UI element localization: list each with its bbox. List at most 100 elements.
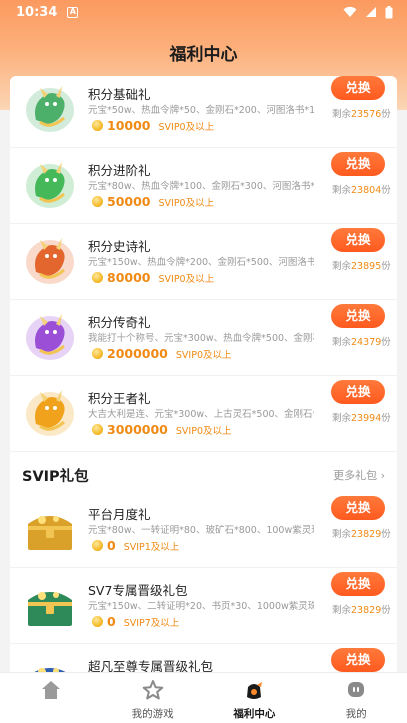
gift-level-requirement: SVIP0及以上	[158, 197, 215, 209]
gift-remaining: 剩余23895份	[332, 258, 391, 272]
gift-thumbnail-icon	[22, 576, 78, 632]
remaining-prefix: 剩余	[332, 337, 352, 348]
redeem-button[interactable]: 兑换	[331, 228, 385, 252]
gift-remaining: 剩余23994份	[332, 410, 391, 424]
gift-price-value: 0	[107, 538, 116, 553]
gift-price: 50000 SVIP0及以上	[92, 194, 214, 209]
home-icon	[41, 681, 60, 699]
gift-name: 积分王者礼	[88, 391, 151, 406]
gift-price: 3000000 SVIP0及以上	[92, 422, 232, 437]
gift-price: 2000000 SVIP0及以上	[92, 346, 232, 361]
gift-price-value: 80000	[107, 270, 151, 285]
remaining-prefix: 剩余	[332, 529, 352, 540]
gift-item[interactable]: 积分王者礼大吉大利是连、元宝*300w、上古灵石*500、金刚石*500 3000…	[10, 376, 397, 452]
remaining-suffix: 份	[381, 605, 391, 616]
redeem-button[interactable]: 兑换	[331, 496, 385, 520]
wifi-icon	[343, 6, 357, 17]
gift-price: 10000 SVIP0及以上	[92, 118, 214, 133]
coin-icon	[92, 120, 103, 131]
gift-remaining: 剩余24379份	[332, 334, 391, 348]
coin-icon	[92, 196, 103, 207]
remaining-prefix: 剩余	[332, 109, 352, 120]
gift-level-requirement: SVIP0及以上	[158, 121, 215, 133]
gift-item[interactable]: 积分基础礼元宝*50w、热血令牌*50、金刚石*200、河图洛书*10 10000…	[10, 76, 397, 148]
gift-name: 超凡至尊专属晋级礼包	[88, 659, 214, 672]
redeem-button[interactable]: 兑换	[331, 304, 385, 328]
gift-price: 80000 SVIP0及以上	[92, 270, 214, 285]
gift-item[interactable]: 积分进阶礼 元宝*80w、热血令牌*100、金刚石*300、河图洛书*15 5000…	[10, 148, 397, 224]
redeem-button[interactable]: 兑换	[331, 572, 385, 596]
gift-name: SV7专属晋级礼包	[88, 583, 188, 598]
gift-remaining: 剩余23576份	[332, 106, 391, 120]
gift-name: 平台月度礼	[88, 507, 151, 522]
gift-level-requirement: SVIP7及以上	[123, 617, 180, 629]
gift-description: 大吉大利是连、元宝*300w、上古灵石*500、金刚石*500	[88, 409, 314, 420]
gift-price-value: 2000000	[107, 346, 168, 361]
signal-icon	[366, 7, 376, 17]
remaining-count: 23895	[351, 261, 382, 272]
content-card[interactable]: SVIP礼包 更多礼包 › 积分基础礼元宝*50w、热血令牌*50、金刚石*20…	[10, 76, 397, 672]
gift-item[interactable]: 平台月度礼元宝*80w、一转证明*80、玻矿石*800、100w紫灵珠*50 0 S…	[10, 492, 397, 568]
gift-level-requirement: SVIP0及以上	[158, 273, 215, 285]
gift-thumbnail-icon	[22, 80, 78, 136]
redeem-button[interactable]: 兑换	[331, 152, 385, 176]
gift-price-value: 10000	[107, 118, 151, 133]
gift-item[interactable]: 积分史诗礼元宝*150w、热血令牌*200、金刚石*500、河图洛书*30 800…	[10, 224, 397, 300]
redeem-button[interactable]: 兑换	[331, 76, 385, 100]
gift-price-value: 3000000	[107, 422, 168, 437]
gift-item[interactable]: 积分传奇礼我能打十个称号、元宝*300w、热血令牌*500、金刚石 2000000…	[10, 300, 397, 376]
gift-remaining: 剩余23829份	[332, 602, 391, 616]
tab-welfare[interactable]: 福利中心	[204, 673, 306, 723]
gift-name: 积分传奇礼	[88, 315, 151, 330]
gift-description: 我能打十个称号、元宝*300w、热血令牌*500、金刚石	[88, 333, 314, 344]
gift-description: 元宝*150w、二转证明*20、书页*30、1000w紫灵珠*20	[88, 601, 314, 612]
tab-profile-label: 我的	[345, 708, 367, 720]
more-gifts-link[interactable]: 更多礼包 ›	[333, 467, 385, 483]
status-icons	[343, 5, 393, 19]
battery-icon	[385, 5, 393, 18]
gift-level-requirement: SVIP1及以上	[123, 541, 180, 553]
remaining-prefix: 剩余	[332, 261, 352, 272]
remaining-count: 24379	[351, 337, 382, 348]
gift-name: 积分史诗礼	[88, 239, 151, 254]
redeem-button[interactable]: 兑换	[331, 380, 385, 404]
remaining-suffix: 份	[381, 185, 391, 196]
gift-description: 元宝*50w、热血令牌*50、金刚石*200、河图洛书*10	[88, 105, 314, 116]
gift-price: 0 SVIP7及以上	[92, 614, 179, 629]
gift-level-requirement: SVIP0及以上	[175, 425, 232, 437]
remaining-suffix: 份	[381, 529, 391, 540]
gift-remaining: 剩余23829份	[332, 526, 391, 540]
gift-thumbnail-icon	[22, 232, 78, 288]
notification-icon: A	[67, 6, 79, 18]
page-title: 福利中心	[169, 45, 238, 65]
remaining-suffix: 份	[381, 337, 391, 348]
gift-thumbnail-icon	[22, 308, 78, 364]
coin-icon	[92, 424, 103, 435]
gift-description: 元宝*150w、热血令牌*200、金刚石*500、河图洛书*30	[88, 257, 314, 268]
remaining-suffix: 份	[381, 109, 391, 120]
gift-thumbnail-icon	[22, 500, 78, 556]
remaining-count: 23829	[351, 605, 382, 616]
coin-icon	[92, 272, 103, 283]
remaining-suffix: 份	[381, 413, 391, 424]
gift-item[interactable]: SV7专属晋级礼包元宝*150w、二转证明*20、书页*30、1000w紫灵珠*…	[10, 568, 397, 644]
gift-level-requirement: SVIP0及以上	[175, 349, 232, 361]
tab-my-games[interactable]: 我的游戏	[102, 673, 204, 723]
svip-section-title: SVIP礼包	[22, 469, 89, 485]
tab-welfare-label: 福利中心	[233, 708, 276, 720]
gift-thumbnail-icon	[22, 384, 78, 440]
remaining-count: 23576	[351, 109, 382, 120]
svip-section-header: SVIP礼包 更多礼包 ›	[10, 456, 397, 492]
coin-icon	[92, 348, 103, 359]
gift-thumbnail-icon	[22, 652, 78, 672]
gift-item[interactable]: 超凡至尊专属晋级礼包 兑换	[10, 644, 397, 672]
profile-icon	[348, 682, 365, 697]
redeem-button[interactable]: 兑换	[331, 648, 385, 672]
gift-price-value: 0	[107, 614, 116, 629]
gift-name: 积分进阶礼	[88, 163, 151, 178]
gift-name: 积分基础礼	[88, 87, 151, 102]
tab-my-games-label: 我的游戏	[131, 708, 174, 720]
gift-description: 元宝*80w、一转证明*80、玻矿石*800、100w紫灵珠*50	[88, 525, 314, 536]
tab-home[interactable]	[0, 673, 102, 723]
tab-profile[interactable]: 我的	[305, 673, 407, 723]
